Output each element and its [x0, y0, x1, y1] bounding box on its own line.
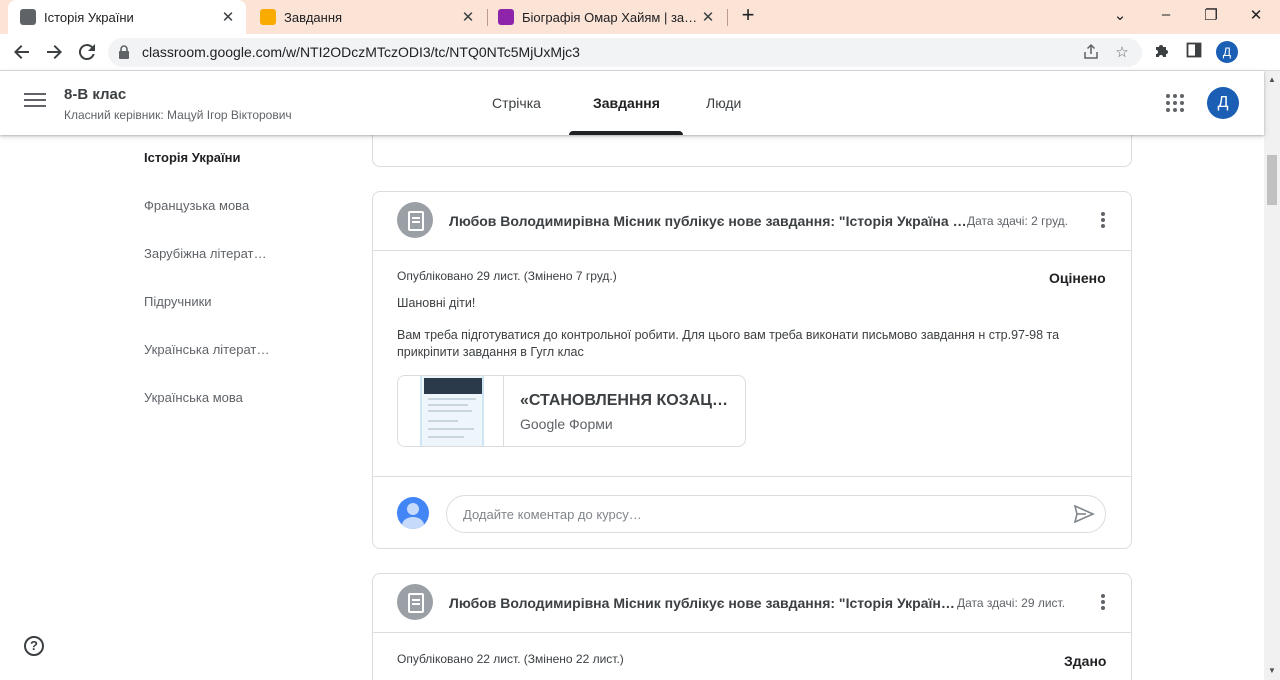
- assignment-description: Вам треба підготуватися до контрольної р…: [397, 328, 1060, 359]
- assignment-title[interactable]: Любов Володимирівна Місник публікує нове…: [449, 595, 957, 611]
- restore-icon[interactable]: ❐: [1201, 6, 1221, 24]
- tab-label: Завдання: [284, 9, 343, 25]
- address-bar[interactable]: classroom.google.com/w/NTI2ODczMTczODI3/…: [108, 38, 1142, 67]
- help-icon[interactable]: ?: [24, 636, 44, 656]
- page-scrollbar[interactable]: ▲ ▼: [1264, 71, 1280, 680]
- attachment-google-form[interactable]: «СТАНОВЛЕННЯ КОЗАЦТВА» Google Форми: [397, 375, 746, 447]
- tab-label: Історія України: [44, 9, 134, 25]
- grading-status: Оцінено: [1049, 270, 1106, 286]
- new-tab-icon[interactable]: +: [736, 4, 760, 28]
- more-options-icon[interactable]: [1101, 212, 1105, 228]
- classroom-favicon-icon: [260, 9, 276, 25]
- user-avatar: [397, 497, 429, 529]
- classroom-favicon-icon: [20, 9, 36, 25]
- forward-icon[interactable]: [42, 40, 66, 64]
- posted-date: Опубліковано 22 лист. (Змінено 22 лист.): [397, 652, 624, 666]
- classroom-header: 8-В клас Класний керівник: Мацуй Ігор Ві…: [0, 71, 1264, 135]
- comment-row: Додайте коментар до курсу…: [373, 476, 1131, 549]
- class-subtitle: Класний керівник: Мацуй Ігор Вікторович: [64, 108, 292, 122]
- attachment-thumbnail: [398, 376, 504, 446]
- tab-stream[interactable]: Стрічка: [492, 95, 541, 111]
- due-date: Дата здачі: 29 лист.: [957, 596, 1066, 610]
- card-header[interactable]: Любов Володимирівна Місник публікує нове…: [373, 574, 1131, 633]
- browser-toolbar: classroom.google.com/w/NTI2ODczMTczODI3/…: [0, 34, 1280, 71]
- browser-tab-istoriia[interactable]: Історія України ✕: [8, 0, 246, 34]
- assignment-card-partial: [372, 135, 1132, 167]
- browser-profile-avatar[interactable]: Д: [1216, 41, 1238, 63]
- submission-status: Здано: [1064, 653, 1107, 669]
- close-tab-icon[interactable]: ✕: [218, 8, 238, 26]
- close-tab-icon[interactable]: ✕: [458, 8, 478, 26]
- puzzle-icon[interactable]: [1152, 42, 1172, 62]
- reload-icon[interactable]: [75, 40, 99, 64]
- lock-icon[interactable]: [118, 45, 130, 59]
- assignment-card: Любов Володимирівна Місник публікує нове…: [372, 191, 1132, 549]
- browser-tab-strip: Історія України ✕ Завдання ✕ Біографія О…: [0, 0, 1280, 34]
- due-date: Дата здачі: 2 груд.: [967, 214, 1069, 228]
- sidebar-item-ukr-literatura[interactable]: Українська література: [144, 342, 272, 390]
- greeting-text: Шановні діти!: [397, 296, 476, 310]
- apps-grid-icon[interactable]: [1166, 94, 1184, 112]
- account-avatar[interactable]: Д: [1207, 87, 1239, 119]
- assignment-icon: [397, 584, 433, 620]
- site-favicon-icon: [498, 9, 514, 25]
- sidepanel-icon[interactable]: [1184, 42, 1204, 62]
- tab-people[interactable]: Люди: [706, 95, 741, 111]
- sidebar-item-pidruchnyky[interactable]: Підручники: [144, 294, 272, 342]
- back-icon[interactable]: [10, 40, 34, 64]
- comment-row: [373, 135, 1131, 148]
- comment-input[interactable]: Додайте коментар до курсу…: [446, 495, 1106, 533]
- sidebar-item-zarubizhna[interactable]: Зарубіжна література: [144, 246, 272, 294]
- scroll-down-icon[interactable]: ▼: [1268, 666, 1276, 675]
- send-icon[interactable]: [1073, 504, 1095, 524]
- tab-separator: [727, 9, 728, 26]
- assignment-icon: [397, 202, 433, 238]
- tab-label: Біографія Омар Хайям | зарубіж: [522, 9, 698, 25]
- browser-tab-biohrafiia[interactable]: Біографія Омар Хайям | зарубіж ✕: [490, 0, 726, 34]
- comment-placeholder: Додайте коментар до курсу…: [463, 507, 642, 522]
- assignment-card: Любов Володимирівна Місник публікує нове…: [372, 573, 1132, 680]
- star-icon[interactable]: ☆: [1113, 43, 1131, 61]
- more-options-icon[interactable]: [1101, 594, 1105, 610]
- attachment-title: «СТАНОВЛЕННЯ КОЗАЦТВА»: [520, 392, 730, 409]
- close-tab-icon[interactable]: ✕: [698, 8, 718, 26]
- posted-date: Опубліковано 29 лист. (Змінено 7 груд.): [397, 269, 617, 283]
- topics-sidebar: Історія України Французька мова Зарубіжн…: [144, 150, 284, 438]
- tab-classwork[interactable]: Завдання: [593, 95, 660, 111]
- sidebar-item-ukr-mova[interactable]: Українська мова: [144, 390, 272, 438]
- tab-search-icon[interactable]: ⌄: [1110, 6, 1130, 24]
- card-header[interactable]: Любов Володимирівна Місник публікує нове…: [373, 192, 1131, 251]
- hamburger-icon[interactable]: [24, 93, 46, 113]
- scrollbar-thumb[interactable]: [1267, 155, 1277, 205]
- share-icon[interactable]: [1082, 43, 1100, 61]
- url-text[interactable]: classroom.google.com/w/NTI2ODczMTczODI3/…: [142, 44, 580, 60]
- browser-tab-zavdannia[interactable]: Завдання ✕: [250, 0, 486, 34]
- assignment-title[interactable]: Любов Володимирівна Місник публікує нове…: [449, 213, 967, 229]
- attachment-type: Google Форми: [520, 416, 613, 432]
- scroll-up-icon[interactable]: ▲: [1268, 75, 1276, 84]
- class-title[interactable]: 8-В клас: [64, 86, 126, 103]
- close-window-icon[interactable]: ✕: [1246, 6, 1266, 24]
- active-tab-indicator: [569, 131, 683, 135]
- sidebar-item-frantsuzka[interactable]: Французька мова: [144, 198, 272, 246]
- tab-separator: [487, 9, 488, 26]
- sidebar-item-istoriia[interactable]: Історія України: [144, 150, 272, 198]
- minimize-icon[interactable]: –: [1156, 6, 1176, 23]
